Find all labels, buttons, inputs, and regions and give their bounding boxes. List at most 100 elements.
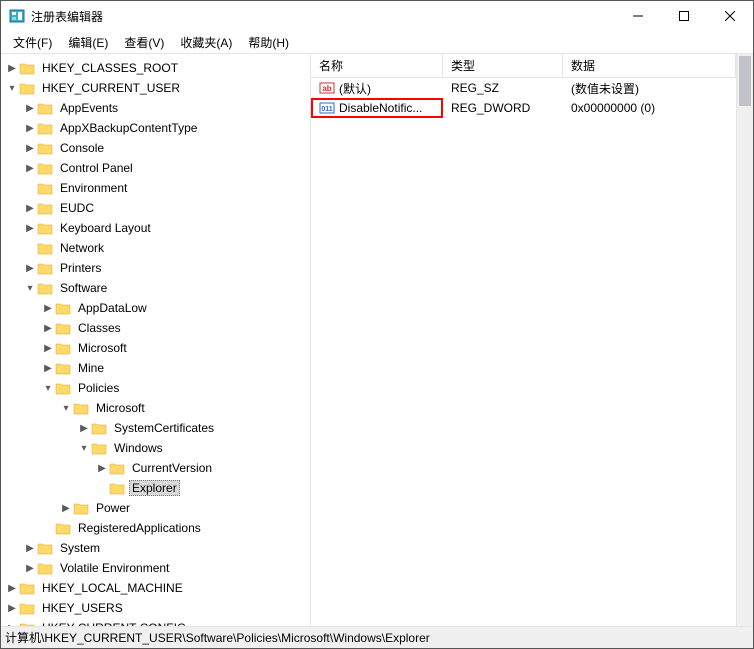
minimize-button[interactable] — [615, 1, 661, 31]
chevron-down-icon[interactable]: ▾ — [23, 283, 37, 294]
folder-icon — [19, 581, 35, 595]
chevron-down-icon[interactable]: ▾ — [5, 83, 19, 94]
chevron-down-icon[interactable]: ▾ — [59, 403, 73, 414]
chevron-right-icon[interactable]: ▶ — [23, 563, 37, 574]
svg-text:011: 011 — [321, 106, 332, 113]
close-button[interactable] — [707, 1, 753, 31]
chevron-right-icon[interactable]: ▶ — [41, 363, 55, 374]
chevron-right-icon[interactable]: ▶ — [41, 323, 55, 334]
tree-item-printers[interactable]: ▶Printers — [23, 258, 310, 278]
tree-label: Mine — [75, 360, 107, 376]
tree-item-policies[interactable]: ▾Policies — [41, 378, 310, 398]
tree-item-network[interactable]: ▶Network — [23, 238, 310, 258]
tree-item-keyboard[interactable]: ▶Keyboard Layout — [23, 218, 310, 238]
folder-icon — [55, 381, 71, 395]
tree-label: Windows — [111, 440, 166, 456]
tree-item-hkcu[interactable]: ▾ HKEY_CURRENT_USER — [5, 78, 310, 98]
tree-item-mine[interactable]: ▶ Mine — [41, 358, 310, 378]
tree-item-hku[interactable]: ▶ HKEY_USERS — [5, 598, 310, 618]
folder-icon — [37, 221, 53, 235]
list-body[interactable]: ab (默认) REG_SZ (数值未设置) 011 DisableNotifi… — [311, 78, 736, 626]
chevron-right-icon[interactable]: ▶ — [23, 163, 37, 174]
content-area: ▶ HKEY_CLASSES_ROOT ▾ HKEY_CURRENT_USER … — [1, 53, 753, 626]
tree-item-registeredapps[interactable]: ▶RegisteredApplications — [41, 518, 310, 538]
chevron-right-icon[interactable]: ▶ — [5, 603, 19, 614]
column-header-name[interactable]: 名称 — [311, 54, 443, 77]
statusbar: 计算机\HKEY_CURRENT_USER\Software\Policies\… — [1, 626, 753, 648]
tree-pane[interactable]: ▶ HKEY_CLASSES_ROOT ▾ HKEY_CURRENT_USER … — [1, 54, 311, 626]
tree-label: Power — [93, 500, 133, 516]
tree-item-environment[interactable]: ▶Environment — [23, 178, 310, 198]
menu-help[interactable]: 帮助(H) — [240, 32, 297, 53]
tree-item-policies-microsoft[interactable]: ▾Microsoft — [59, 398, 310, 418]
tree-item-console[interactable]: ▶Console — [23, 138, 310, 158]
chevron-right-icon[interactable]: ▶ — [23, 123, 37, 134]
tree-item-classes[interactable]: ▶Classes — [41, 318, 310, 338]
folder-icon — [37, 161, 53, 175]
statusbar-path: 计算机\HKEY_CURRENT_USER\Software\Policies\… — [5, 629, 430, 646]
tree-label: HKEY_CURRENT_USER — [39, 80, 183, 96]
chevron-right-icon[interactable]: ▶ — [23, 143, 37, 154]
chevron-right-icon[interactable]: ▶ — [59, 503, 73, 514]
list-row[interactable]: ab (默认) REG_SZ (数值未设置) — [311, 78, 736, 98]
chevron-right-icon[interactable]: ▶ — [5, 63, 19, 74]
tree-label: EUDC — [57, 200, 97, 216]
tree-item-software[interactable]: ▾Software — [23, 278, 310, 298]
chevron-right-icon[interactable]: ▶ — [5, 623, 19, 627]
chevron-right-icon[interactable]: ▶ — [23, 543, 37, 554]
menu-favorites[interactable]: 收藏夹(A) — [172, 32, 240, 53]
folder-icon — [109, 481, 125, 495]
chevron-right-icon[interactable]: ▶ — [23, 103, 37, 114]
tree-item-system[interactable]: ▶ System — [23, 538, 310, 558]
column-header-data[interactable]: 数据 — [563, 54, 736, 77]
tree-label: HKEY_LOCAL_MACHINE — [39, 580, 186, 596]
tree-item-eudc[interactable]: ▶ EUDC — [23, 198, 310, 218]
tree-item-power[interactable]: ▶ Power — [59, 498, 310, 518]
chevron-right-icon[interactable]: ▶ — [41, 343, 55, 354]
list-row-highlighted[interactable]: 011 DisableNotific... REG_DWORD 0x000000… — [311, 98, 736, 118]
tree-item-explorer[interactable]: ▶Explorer — [95, 478, 310, 498]
folder-icon — [55, 341, 71, 355]
folder-icon — [109, 461, 125, 475]
tree-item-appevents[interactable]: ▶AppEvents — [23, 98, 310, 118]
tree-label-selected: Explorer — [129, 480, 180, 496]
tree-item-hklm[interactable]: ▶ HKEY_LOCAL_MACHINE — [5, 578, 310, 598]
tree-item-controlpanel[interactable]: ▶Control Panel — [23, 158, 310, 178]
tree-label: System — [57, 540, 103, 556]
tree-item-hkcc[interactable]: ▶HKEY CURRENT CONFIG — [5, 618, 310, 626]
tree-item-currentversion[interactable]: ▶CurrentVersion — [95, 458, 310, 478]
maximize-button[interactable] — [661, 1, 707, 31]
tree-label: Microsoft — [75, 340, 130, 356]
list-header: 名称 类型 数据 — [311, 54, 736, 78]
chevron-down-icon[interactable]: ▾ — [41, 383, 55, 394]
menu-edit[interactable]: 编辑(E) — [60, 32, 116, 53]
column-header-type[interactable]: 类型 — [443, 54, 563, 77]
chevron-right-icon[interactable]: ▶ — [95, 463, 109, 474]
value-type: REG_DWORD — [451, 101, 530, 115]
chevron-right-icon[interactable]: ▶ — [5, 583, 19, 594]
chevron-right-icon[interactable]: ▶ — [77, 423, 91, 434]
chevron-right-icon[interactable]: ▶ — [23, 223, 37, 234]
tree-item-windows[interactable]: ▾ Windows — [77, 438, 310, 458]
menu-view[interactable]: 查看(V) — [116, 32, 172, 53]
titlebar: 注册表编辑器 — [1, 1, 753, 31]
tree-item-hkcr[interactable]: ▶ HKEY_CLASSES_ROOT — [5, 58, 310, 78]
tree-item-appxbackup[interactable]: ▶AppXBackupContentType — [23, 118, 310, 138]
menu-file[interactable]: 文件(F) — [5, 32, 60, 53]
chevron-down-icon[interactable]: ▾ — [77, 443, 91, 454]
tree-label: HKEY_CLASSES_ROOT — [39, 60, 181, 76]
chevron-right-icon[interactable]: ▶ — [23, 263, 37, 274]
chevron-right-icon[interactable]: ▶ — [41, 303, 55, 314]
folder-icon — [37, 201, 53, 215]
vertical-scrollbar[interactable] — [736, 54, 753, 626]
scrollbar-thumb[interactable] — [739, 56, 751, 106]
folder-icon — [55, 521, 71, 535]
tree-item-appdatalow[interactable]: ▶ AppDataLow — [41, 298, 310, 318]
tree-item-volatileenv[interactable]: ▶Volatile Environment — [23, 558, 310, 578]
folder-icon — [37, 281, 53, 295]
tree-label: AppDataLow — [75, 300, 150, 316]
tree-label: HKEY_USERS — [39, 600, 126, 616]
tree-item-systemcerts[interactable]: ▶SystemCertificates — [77, 418, 310, 438]
chevron-right-icon[interactable]: ▶ — [23, 203, 37, 214]
tree-item-microsoft[interactable]: ▶ Microsoft — [41, 338, 310, 358]
